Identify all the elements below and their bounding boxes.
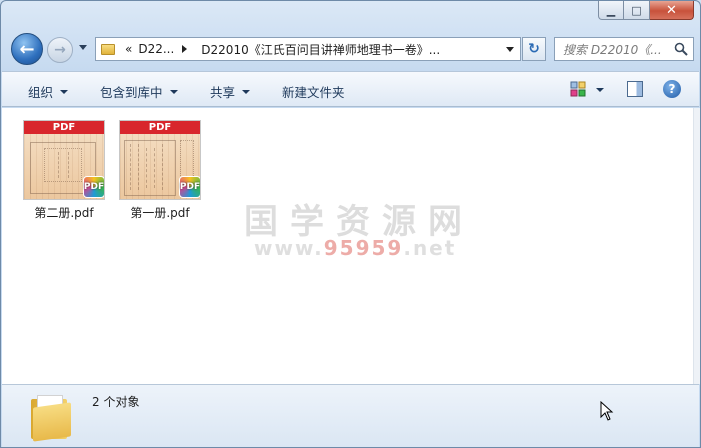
file-name[interactable]: 第一册.pdf <box>114 204 206 221</box>
close-button[interactable]: ✕ <box>650 1 694 20</box>
recent-pages-dropdown-icon[interactable] <box>79 45 87 50</box>
scrollbar-track[interactable] <box>693 108 700 384</box>
new-folder-label: 新建文件夹 <box>282 85 345 100</box>
search-icon[interactable] <box>674 42 688 56</box>
breadcrumb-overflow[interactable]: « <box>125 42 132 56</box>
maximize-button[interactable]: □ <box>624 1 650 20</box>
organize-menu[interactable]: 组织 <box>28 82 69 101</box>
preview-pane-icon[interactable] <box>627 81 643 97</box>
chevron-down-icon <box>60 89 69 94</box>
chevron-down-icon <box>169 89 178 94</box>
new-folder-button[interactable]: 新建文件夹 <box>282 82 345 101</box>
address-bar[interactable]: « D22... D22010《江氏百问目讲禅师地理书一卷》... <box>95 37 521 61</box>
share-menu[interactable]: 共享 <box>210 82 251 101</box>
organize-label: 组织 <box>28 85 54 100</box>
pdf-app-badge-icon: PDF <box>179 176 200 198</box>
search-placeholder: 搜索 D22010《... <box>563 42 662 57</box>
mouse-pointer-icon <box>600 401 614 421</box>
breadcrumb-parent[interactable]: D22... <box>138 42 174 56</box>
details-pane: 2 个对象 <box>2 384 699 447</box>
file-item[interactable]: PDF PDF 第一册.pdf <box>114 120 206 221</box>
watermark-url: www.95959.net <box>254 236 456 260</box>
address-dropdown-icon[interactable] <box>506 47 514 52</box>
breadcrumb-current[interactable]: D22010《江氏百问目讲禅师地理书一卷》... <box>201 41 501 58</box>
view-options-dropdown-icon[interactable] <box>596 88 604 92</box>
pdf-app-badge-icon: PDF <box>83 176 104 198</box>
folder-icon <box>101 43 115 55</box>
file-item[interactable]: PDF PDF 第二册.pdf <box>18 120 110 221</box>
pdf-thumbnail: PDF PDF <box>23 120 105 200</box>
file-name[interactable]: 第二册.pdf <box>18 204 110 221</box>
command-bar: 组织 包含到库中 共享 新建文件夹 ? <box>2 71 699 107</box>
pdf-banner: PDF <box>120 121 200 134</box>
watermark-url-suffix: .net <box>403 236 457 260</box>
share-label: 共享 <box>210 85 236 100</box>
file-list-area[interactable]: PDF PDF 第二册.pdf PDF PDF 第一册.pdf 国学资源网 ww… <box>2 108 693 384</box>
pdf-banner: PDF <box>24 121 104 134</box>
pdf-thumbnail: PDF PDF <box>119 120 201 200</box>
refresh-button[interactable]: ↻ <box>522 37 546 61</box>
caption-buttons: ▁ □ ✕ <box>598 1 694 21</box>
watermark-url-highlight: 95959 <box>323 236 404 260</box>
back-button[interactable]: ← <box>11 33 43 65</box>
include-in-library-menu[interactable]: 包含到库中 <box>100 82 178 101</box>
help-icon[interactable]: ? <box>663 80 681 98</box>
explorer-window: ▁ □ ✕ ← → « D22... D22010《江氏百问目讲禅师地理书一卷》… <box>0 0 701 448</box>
item-count: 2 个对象 <box>92 395 140 409</box>
navigation-bar: ← → « D22... D22010《江氏百问目讲禅师地理书一卷》... ↻ … <box>9 33 695 67</box>
minimize-button[interactable]: ▁ <box>598 1 624 20</box>
breadcrumb-separator-icon[interactable] <box>182 45 188 53</box>
include-in-library-label: 包含到库中 <box>100 85 163 100</box>
change-view-icon[interactable] <box>570 81 586 97</box>
search-input[interactable]: 搜索 D22010《... <box>554 37 694 61</box>
folder-icon <box>31 395 71 442</box>
chevron-down-icon <box>242 89 251 94</box>
watermark-url-prefix: www. <box>254 236 324 260</box>
forward-button[interactable]: → <box>47 37 73 63</box>
